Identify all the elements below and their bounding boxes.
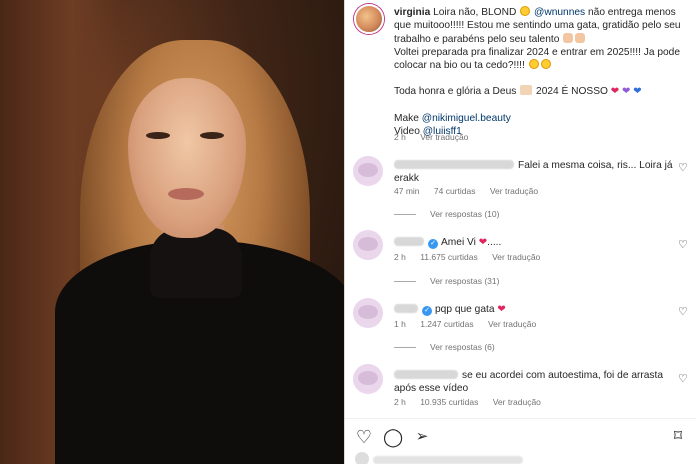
liker-avatar[interactable] — [355, 452, 369, 464]
translate-link[interactable]: Ver tradução — [492, 252, 540, 262]
heart-icon[interactable]: ♡ — [354, 427, 374, 447]
comment-time: 2 h — [394, 397, 406, 407]
comment-text: Falei a mesma coisa, ris... Loira já — [518, 160, 673, 171]
comment-time: 47 min — [394, 186, 420, 196]
comment-text: se eu acordei com autoestima, foi de arr… — [462, 370, 664, 381]
view-replies-button[interactable]: Ver respostas (31) — [394, 276, 499, 286]
comment: ✓ Amei Vi ❤..... — [394, 236, 679, 249]
action-bar: ♡ ◯ ➢ ⌑ — [345, 418, 696, 448]
author-avatar[interactable] — [354, 4, 384, 34]
translate-link[interactable]: Ver tradução — [488, 319, 536, 329]
comment-meta: 47 min 74 curtidas Ver tradução — [394, 186, 550, 196]
comment: se eu acordei com autoestima, foi de arr… — [394, 369, 679, 396]
blurred-username[interactable] — [394, 160, 514, 169]
caption-line: colocar na bio ou ta cedo?!!!! — [394, 60, 525, 72]
comment-likes[interactable]: 1.247 curtidas — [420, 319, 473, 329]
verified-badge-icon: ✓ — [422, 306, 432, 316]
caption-line: que muitooo!!!!! Estou me sentindo uma g… — [394, 20, 681, 32]
like-heart-icon[interactable]: ♡ — [678, 163, 688, 174]
comment-text: Amei Vi — [441, 237, 476, 248]
comment-likes[interactable]: 74 curtidas — [434, 186, 476, 196]
caption-line: trabalho e parabéns pelo seu talento — [394, 33, 560, 45]
credit-label: Make — [394, 112, 419, 124]
comments-panel: virginia Loira não, BLOND @wnunnes não e… — [344, 0, 696, 464]
praying-emoji-icon — [520, 85, 533, 96]
comment-time: 1 h — [394, 319, 406, 329]
verified-badge-icon: ✓ — [428, 239, 438, 249]
comment-icon[interactable]: ◯ — [383, 427, 403, 447]
photo-lips — [168, 188, 204, 200]
translate-link[interactable]: Ver tradução — [493, 397, 541, 407]
blurred-username[interactable] — [394, 304, 418, 313]
comment-likes[interactable]: 11.675 curtidas — [420, 252, 478, 262]
view-replies-button[interactable]: Ver respostas (10) — [394, 209, 499, 219]
like-heart-icon[interactable]: ♡ — [678, 307, 688, 318]
translate-link[interactable]: Ver tradução — [490, 186, 538, 196]
caption-line: Voltei preparada pra finalizar 2024 e en… — [394, 46, 681, 58]
comment-avatar[interactable] — [353, 230, 383, 260]
comment-text: pqp que gata — [435, 304, 495, 315]
blue-heart-icon: ❤ — [633, 86, 642, 98]
comment-avatar[interactable] — [353, 364, 383, 394]
caption-text: não entrega menos — [587, 7, 676, 18]
photo-collar — [150, 228, 242, 298]
post-caption: virginia Loira não, BLOND @wnunnes não e… — [394, 6, 684, 138]
smile-emoji-icon — [528, 59, 539, 70]
mention-link[interactable]: @nikimiguel.beauty — [422, 113, 511, 124]
photo-eye-right — [200, 132, 224, 139]
red-heart-icon: ❤ — [478, 237, 488, 248]
post-meta: 2 h Ver tradução — [394, 132, 480, 142]
laughing-emoji-icon — [540, 59, 551, 70]
translate-link[interactable]: Ver tradução — [420, 132, 468, 142]
comment-text: erakk — [394, 173, 419, 185]
purple-heart-icon: ❤ — [622, 86, 631, 98]
liked-by-row — [355, 452, 685, 464]
blurred-liked-by-text — [373, 456, 523, 464]
clap-emoji-icon — [575, 32, 586, 43]
blurred-username[interactable] — [394, 237, 424, 246]
comment-meta: 2 h 11.675 curtidas Ver tradução — [394, 252, 552, 262]
comment-meta: 2 h 10.935 curtidas Ver tradução — [394, 397, 553, 407]
like-heart-icon[interactable]: ♡ — [678, 240, 688, 251]
mention-link[interactable]: @wnunnes — [534, 7, 585, 18]
caption-line: 2024 É NOSSO — [536, 86, 608, 98]
red-heart-icon: ❤ — [610, 86, 620, 98]
comment: ✓ pqp que gata ❤ — [394, 303, 679, 316]
bookmark-icon[interactable]: ⌑ — [668, 427, 688, 447]
red-heart-icon: ❤ — [497, 304, 506, 315]
laughing-emoji-icon — [520, 6, 531, 16]
caption-line: Toda honra e glória a Deus — [394, 86, 517, 98]
share-icon[interactable]: ➢ — [412, 427, 432, 447]
comment: Falei a mesma coisa, ris... Loira já era… — [394, 159, 679, 186]
like-heart-icon[interactable]: ♡ — [678, 374, 688, 385]
post-photo — [0, 0, 344, 464]
comment-likes[interactable]: 10.935 curtidas — [420, 397, 478, 407]
comment-avatar[interactable] — [353, 298, 383, 328]
comment-text: após esse vídeo — [394, 383, 469, 395]
comment-meta: 1 h 1.247 curtidas Ver tradução — [394, 319, 548, 329]
caption-text: Loira não, BLOND — [433, 7, 517, 18]
comment-avatar[interactable] — [353, 156, 383, 186]
comment-time: 2 h — [394, 252, 406, 262]
photo-eye-left — [146, 132, 170, 139]
view-replies-button[interactable]: Ver respostas (6) — [394, 342, 495, 352]
clap-emoji-icon — [563, 32, 574, 43]
author-username[interactable]: virginia — [394, 7, 430, 18]
comment-text: ..... — [487, 237, 502, 248]
blurred-username[interactable] — [394, 370, 458, 379]
post-time: 2 h — [394, 132, 406, 142]
